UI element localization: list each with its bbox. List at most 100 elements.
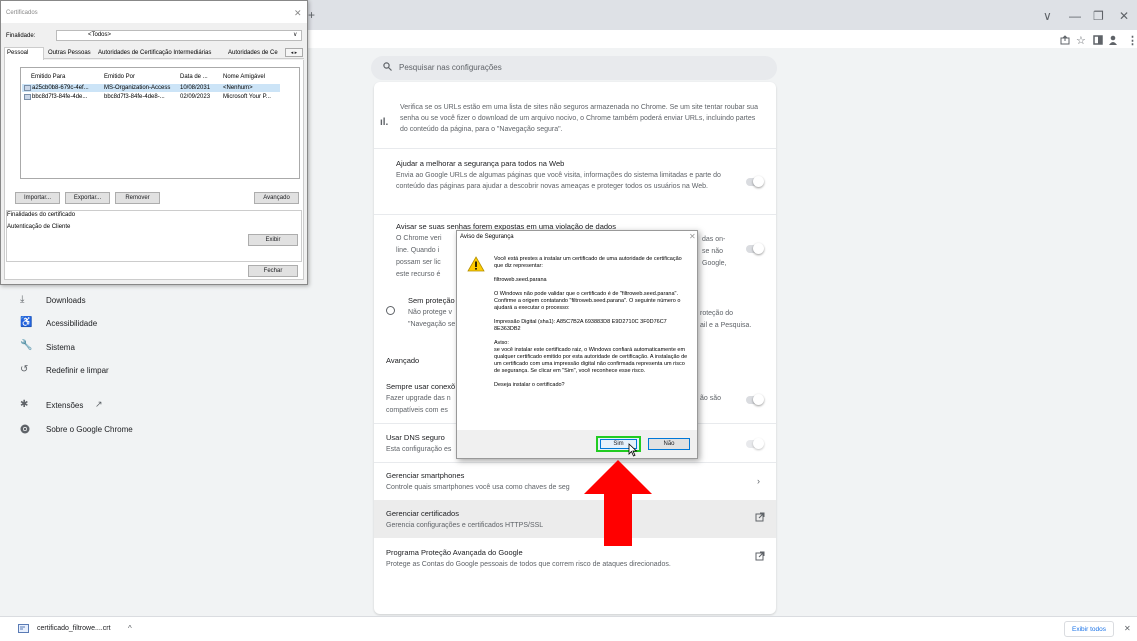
security-question: Deseja instalar o certificado?	[494, 382, 565, 388]
settings-search-input[interactable]: Pesquisar nas configurações	[371, 56, 777, 80]
view-button[interactable]: Exibir	[248, 234, 298, 246]
download-bar	[0, 616, 1137, 641]
menu-icon[interactable]: ⋮	[1127, 34, 1137, 47]
certificate-file-icon	[18, 624, 29, 633]
security-p3: O Windows não pode validar que o certifi…	[494, 291, 681, 311]
nav-about-chrome[interactable]: Sobre o Google Chrome	[46, 425, 133, 434]
search-icon	[383, 62, 392, 71]
remove-button[interactable]: Remover	[115, 192, 160, 204]
advanced-heading: Avançado	[386, 356, 420, 365]
external-link-icon[interactable]	[755, 551, 765, 561]
close-button[interactable]: Fechar	[248, 265, 298, 277]
purposes-label: Finalidades do certificado	[7, 212, 76, 218]
tab-intermediate-ca[interactable]: Autoridades de Certificação Intermediári…	[98, 50, 211, 56]
tab-root-ca[interactable]: Autoridades de Ce	[228, 50, 278, 56]
phones-description: Controle quais smartphones você usa como…	[386, 484, 570, 491]
nav-accessibility[interactable]: Acessibilidade	[46, 319, 97, 328]
row1-expiry: 10/08/2031	[180, 85, 211, 91]
no-protection-right1: roteção do	[700, 310, 734, 317]
warning-icon	[467, 256, 485, 272]
dns-toggle[interactable]	[746, 438, 764, 449]
no-button[interactable]: Não	[648, 438, 690, 450]
password-warn-line1: O Chrome veri	[396, 235, 442, 242]
https-toggle[interactable]	[746, 394, 764, 405]
password-warn-right3: Google,	[702, 260, 727, 267]
chevron-up-icon[interactable]: ^	[128, 624, 132, 633]
security-thumbprint: Impressão Digital (sha1): A85C7B2A 69388…	[494, 319, 667, 332]
https-title: Sempre usar conexõ	[386, 382, 456, 391]
help-improve-toggle[interactable]	[746, 176, 764, 187]
dns-title: Usar DNS seguro	[386, 433, 445, 442]
bar-chart-icon: ıl.	[380, 117, 389, 128]
password-warn-right1: das on-	[702, 236, 726, 243]
purpose-label: Finalidade:	[6, 33, 36, 39]
no-protection-line2: "Navegação se	[408, 321, 456, 328]
divider	[374, 148, 776, 149]
share-icon[interactable]	[1060, 35, 1070, 45]
tab-other-people[interactable]: Outras Pessoas	[48, 50, 91, 56]
security-warning-text: Aviso: se você instalar este certificado…	[494, 340, 688, 374]
password-warn-right2: se não	[702, 248, 724, 255]
col-friendly-name[interactable]: Nome Amigável	[223, 74, 265, 80]
close-icon[interactable]: ✕	[1124, 624, 1131, 633]
purpose-value: <Todos>	[88, 32, 112, 38]
no-protection-line1: Não protege v	[408, 309, 452, 316]
nav-extensions[interactable]: Extensões	[46, 401, 83, 410]
security-p1: Você está prestes a instalar um certific…	[494, 256, 682, 269]
chevron-down-icon: ∨	[293, 32, 298, 38]
external-link-icon[interactable]	[755, 512, 765, 522]
minimize-icon[interactable]: —	[1069, 9, 1081, 23]
safe-browsing-description: Verifica se os URLs estão em uma lista d…	[400, 104, 758, 133]
red-arrow-icon	[584, 460, 652, 546]
no-protection-title: Sem proteção	[408, 296, 455, 305]
chevron-right-icon[interactable]: ›	[757, 476, 760, 486]
help-improve-title: Ajudar a melhorar a segurança para todos…	[396, 159, 565, 168]
new-tab-icon[interactable]: +	[308, 8, 315, 22]
accessibility-icon: ♿	[20, 317, 33, 328]
nav-reset[interactable]: Redefinir e limpar	[46, 366, 109, 375]
security-host: filtroweb.seed.parana	[494, 277, 547, 283]
help-improve-description: Envia ao Google URLs de algumas páginas …	[396, 172, 721, 190]
https-right: ão são	[700, 395, 722, 402]
import-button[interactable]: Importar...	[15, 192, 60, 204]
download-icon: ⤓	[20, 294, 25, 305]
nav-system[interactable]: Sistema	[46, 343, 75, 352]
cert-dialog-title: Certificados	[6, 10, 38, 16]
phones-title[interactable]: Gerenciar smartphones	[386, 470, 464, 481]
certificate-icon	[24, 94, 31, 100]
certs-description: Gerencia configurações e certificados HT…	[386, 522, 544, 529]
row1-friendly-name: <Nenhum>	[223, 85, 253, 91]
wrench-icon: 🔧	[20, 340, 33, 351]
row2-issued-to: bbc8d7f3-84fe-4de...	[32, 94, 88, 100]
certificate-icon	[24, 85, 31, 91]
show-all-button[interactable]: Exibir todos	[1064, 621, 1114, 637]
puzzle-icon: ✱	[20, 399, 29, 410]
maximize-icon[interactable]: ❐	[1093, 9, 1104, 23]
row2-issued-by: bbc8d7f3-84fe-4de8-...	[104, 94, 165, 100]
close-window-icon[interactable]: ✕	[1119, 9, 1129, 23]
profile-icon[interactable]	[1108, 35, 1118, 45]
download-filename[interactable]: certificado_filtrowe....crt	[37, 625, 111, 632]
purposes-value: Autenticação de Cliente	[7, 224, 71, 230]
star-icon[interactable]: ☆	[1076, 34, 1086, 47]
sidebar-icon[interactable]	[1093, 35, 1103, 45]
advanced-button[interactable]: Avançado	[254, 192, 299, 204]
password-warn-toggle[interactable]	[746, 243, 764, 254]
tab-personal[interactable]: Pessoal	[7, 50, 28, 56]
close-icon[interactable]: ✕	[689, 232, 696, 241]
export-button[interactable]: Exportar...	[65, 192, 110, 204]
nav-downloads[interactable]: Downloads	[46, 296, 86, 305]
no-protection-right2: ail e a Pesquisa.	[700, 322, 752, 329]
tab-search-icon[interactable]: ∨	[1043, 9, 1052, 23]
manage-certs-row[interactable]	[374, 500, 776, 538]
apg-title: Programa Proteção Avançada do Google	[386, 548, 523, 557]
col-expiry[interactable]: Data de ...	[180, 74, 208, 80]
row2-friendly-name: Microsoft Your P...	[223, 94, 271, 100]
col-issued-to[interactable]: Emitido Para	[31, 74, 65, 80]
close-icon[interactable]: ✕	[294, 8, 302, 19]
mouse-cursor-icon	[628, 443, 638, 457]
tab-scroll-arrows[interactable]: ◂ ▸	[285, 48, 303, 57]
col-issued-by[interactable]: Emitido Por	[104, 74, 135, 80]
no-protection-radio[interactable]	[386, 306, 395, 315]
row2-expiry: 02/09/2023	[180, 94, 211, 100]
